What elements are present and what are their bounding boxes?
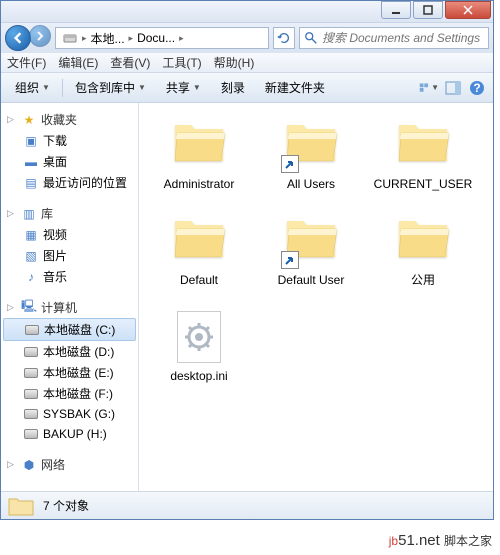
nav-music[interactable]: ♪音乐 [1, 266, 138, 287]
menu-edit[interactable]: 编辑(E) [58, 54, 98, 71]
search-input[interactable] [322, 31, 484, 45]
nav-recent[interactable]: ▤最近访问的位置 [1, 172, 138, 193]
file-label: desktop.ini [170, 369, 227, 383]
breadcrumb-drive[interactable]: 本地... [87, 30, 129, 47]
search-box[interactable] [299, 27, 489, 49]
explorer-window: ▸ 本地... ▸ Docu... ▸ 文件(F) 编辑(E) 查看(V) 工具… [0, 0, 494, 520]
breadcrumb[interactable]: ▸ 本地... ▸ Docu... ▸ [55, 27, 269, 49]
toolbar: 组织▼ 包含到库中▼ 共享▼ 刻录 新建文件夹 ▼ ? [1, 73, 493, 103]
nav-videos[interactable]: ▦视频 [1, 224, 138, 245]
minimize-button[interactable] [381, 1, 411, 19]
include-in-library-button[interactable]: 包含到库中▼ [67, 75, 154, 100]
titlebar [1, 1, 493, 23]
libraries-group[interactable]: ▷▥库 [1, 203, 138, 224]
organize-button[interactable]: 组织▼ [7, 75, 58, 100]
menu-help[interactable]: 帮助(H) [214, 54, 255, 71]
back-button[interactable] [5, 25, 31, 51]
file-item[interactable]: desktop.ini [143, 305, 255, 401]
maximize-button[interactable] [413, 1, 443, 19]
refresh-button[interactable] [273, 27, 295, 49]
nav-drive-g[interactable]: SYSBAK (G:) [1, 404, 138, 424]
nav-drive-e[interactable]: 本地磁盘 (E:) [1, 362, 138, 383]
file-item[interactable]: CURRENT_USER [367, 113, 479, 209]
computer-group[interactable]: ▷🖳计算机 [1, 297, 138, 318]
object-count: 7 个对象 [43, 497, 89, 514]
file-label: Default [180, 273, 218, 287]
status-bar: 7 个对象 [1, 491, 493, 519]
shortcut-arrow-icon [281, 155, 299, 173]
shortcut-arrow-icon [281, 251, 299, 269]
nav-desktop[interactable]: ▬桌面 [1, 151, 138, 172]
nav-pictures[interactable]: ▧图片 [1, 245, 138, 266]
menubar: 文件(F) 编辑(E) 查看(V) 工具(T) 帮助(H) [1, 53, 493, 73]
close-button[interactable] [445, 1, 491, 19]
navigation-pane: ▷★收藏夹 ▣下载 ▬桌面 ▤最近访问的位置 ▷▥库 ▦视频 ▧图片 ♪音乐 ▷… [1, 103, 139, 491]
help-button[interactable]: ? [467, 78, 487, 98]
nav-drive-c[interactable]: 本地磁盘 (C:) [3, 318, 136, 341]
file-label: Default User [278, 273, 345, 287]
nav-downloads[interactable]: ▣下载 [1, 130, 138, 151]
folder-icon [7, 495, 35, 517]
file-label: Administrator [164, 177, 235, 191]
file-label: CURRENT_USER [374, 177, 473, 191]
share-button[interactable]: 共享▼ [158, 75, 209, 100]
nav-drive-h[interactable]: BAKUP (H:) [1, 424, 138, 444]
forward-button[interactable] [29, 25, 51, 47]
address-bar: ▸ 本地... ▸ Docu... ▸ [1, 23, 493, 53]
preview-pane-button[interactable] [443, 78, 463, 98]
nav-drive-d[interactable]: 本地磁盘 (D:) [1, 341, 138, 362]
view-options-button[interactable]: ▼ [419, 78, 439, 98]
burn-button[interactable]: 刻录 [213, 75, 253, 100]
watermark: jb51.net 脚本之家 [389, 532, 492, 549]
nav-drive-f[interactable]: 本地磁盘 (F:) [1, 383, 138, 404]
network-group[interactable]: ▷⬢网络 [1, 454, 138, 475]
new-folder-button[interactable]: 新建文件夹 [257, 75, 333, 100]
menu-file[interactable]: 文件(F) [7, 54, 46, 71]
menu-tools[interactable]: 工具(T) [162, 54, 201, 71]
file-label: 公用 [411, 273, 435, 287]
file-item[interactable]: Default User [255, 209, 367, 305]
svg-text:?: ? [473, 81, 480, 95]
search-icon [304, 31, 318, 45]
file-item[interactable]: All Users [255, 113, 367, 209]
favorites-group[interactable]: ▷★收藏夹 [1, 109, 138, 130]
file-item[interactable]: 公用 [367, 209, 479, 305]
file-item[interactable]: Default [143, 209, 255, 305]
file-list: Administrator All Users CURRENT_USER Defaul… [139, 103, 493, 491]
file-item[interactable]: Administrator [143, 113, 255, 209]
chevron-right-icon: ▸ [179, 33, 184, 44]
menu-view[interactable]: 查看(V) [110, 54, 150, 71]
file-label: All Users [287, 177, 335, 191]
breadcrumb-folder[interactable]: Docu... [133, 31, 179, 45]
